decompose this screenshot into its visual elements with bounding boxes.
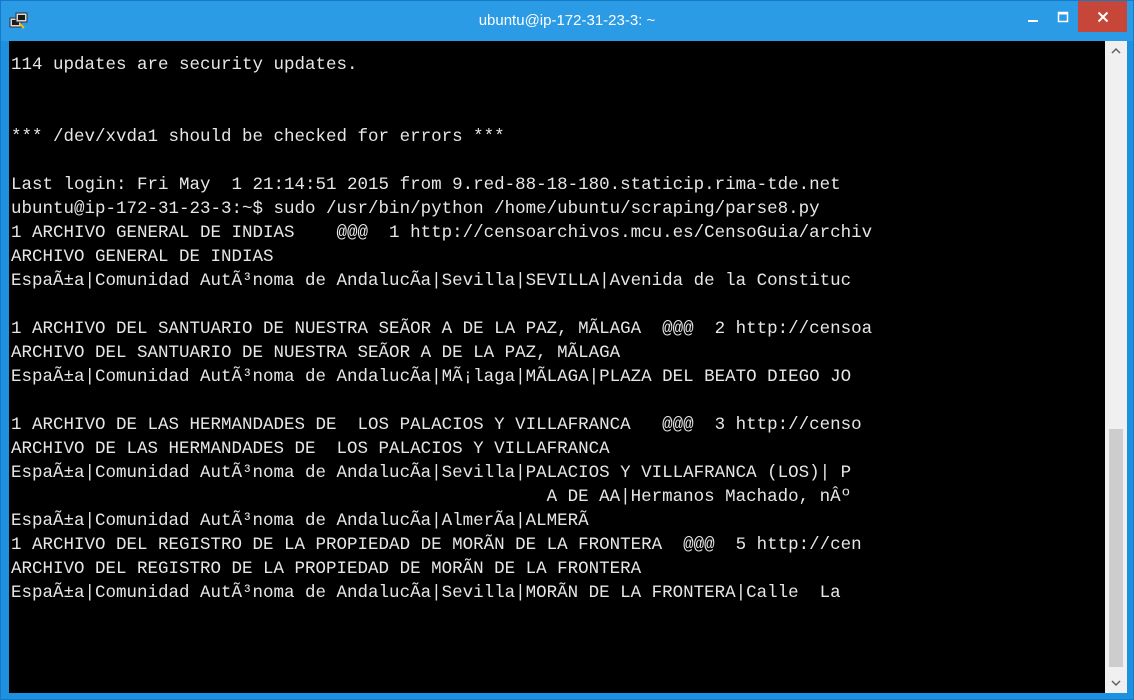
scroll-up-button[interactable] bbox=[1105, 41, 1127, 61]
terminal-line: ARCHIVO DEL SANTUARIO DE NUESTRA SEÃOR A… bbox=[11, 343, 621, 363]
scroll-thumb[interactable] bbox=[1109, 429, 1123, 667]
terminal-lines: 114 updates are security updates. *** /d… bbox=[11, 53, 872, 605]
scroll-down-button[interactable] bbox=[1105, 673, 1127, 693]
terminal-line: EspaÃ±a|Comunidad AutÃ³noma de AndalucÃ­… bbox=[11, 511, 589, 531]
close-icon bbox=[1097, 11, 1108, 22]
putty-icon[interactable] bbox=[9, 11, 29, 31]
minimize-icon bbox=[1028, 19, 1038, 22]
terminal-line: Last login: Fri May 1 21:14:51 2015 from… bbox=[11, 175, 841, 195]
chevron-down-icon bbox=[1111, 680, 1121, 687]
maximize-icon bbox=[1057, 11, 1069, 22]
terminal-line: ARCHIVO GENERAL DE INDIAS bbox=[11, 247, 274, 267]
maximize-button[interactable] bbox=[1050, 1, 1076, 32]
terminal-window: ubuntu@ip-172-31-23-3: ~ 114 updates are… bbox=[0, 0, 1134, 700]
terminal-line: EspaÃ±a|Comunidad AutÃ³noma de AndalucÃ­… bbox=[11, 583, 841, 603]
terminal-line: EspaÃ±a|Comunidad AutÃ³noma de AndalucÃ­… bbox=[11, 367, 852, 387]
terminal-line: A DE AA|Hermanos Machado, nÂº bbox=[11, 487, 852, 507]
terminal-line: ARCHIVO DEL REGISTRO DE LA PROPIEDAD DE … bbox=[11, 559, 642, 579]
terminal-line: EspaÃ±a|Comunidad AutÃ³noma de AndalucÃ­… bbox=[11, 463, 852, 483]
terminal-line: 1 ARCHIVO DEL SANTUARIO DE NUESTRA SEÃOR… bbox=[11, 319, 873, 339]
terminal-line: *** /dev/xvda1 should be checked for err… bbox=[11, 127, 505, 147]
terminal-line: EspaÃ±a|Comunidad AutÃ³noma de AndalucÃ­… bbox=[11, 271, 852, 291]
close-button[interactable] bbox=[1078, 1, 1127, 32]
title-bar[interactable]: ubuntu@ip-172-31-23-3: ~ bbox=[1, 1, 1133, 41]
terminal-line: 1 ARCHIVO GENERAL DE INDIAS @@@ 1 http:/… bbox=[11, 223, 873, 243]
terminal-line: ARCHIVO DE LAS HERMANDADES DE LOS PALACI… bbox=[11, 439, 610, 459]
terminal-line: 114 updates are security updates. bbox=[11, 55, 358, 75]
window-title: ubuntu@ip-172-31-23-3: ~ bbox=[478, 12, 656, 29]
terminal-line: ubuntu@ip-172-31-23-3:~$ sudo /usr/bin/p… bbox=[11, 199, 820, 219]
vertical-scrollbar[interactable] bbox=[1105, 41, 1127, 693]
chevron-up-icon bbox=[1111, 47, 1121, 54]
terminal-line: 1 ARCHIVO DEL REGISTRO DE LA PROPIEDAD D… bbox=[11, 535, 862, 555]
terminal-output[interactable]: 114 updates are security updates. *** /d… bbox=[9, 41, 1105, 693]
terminal-line: 1 ARCHIVO DE LAS HERMANDADES DE LOS PALA… bbox=[11, 415, 862, 435]
minimize-button[interactable] bbox=[1016, 1, 1050, 32]
